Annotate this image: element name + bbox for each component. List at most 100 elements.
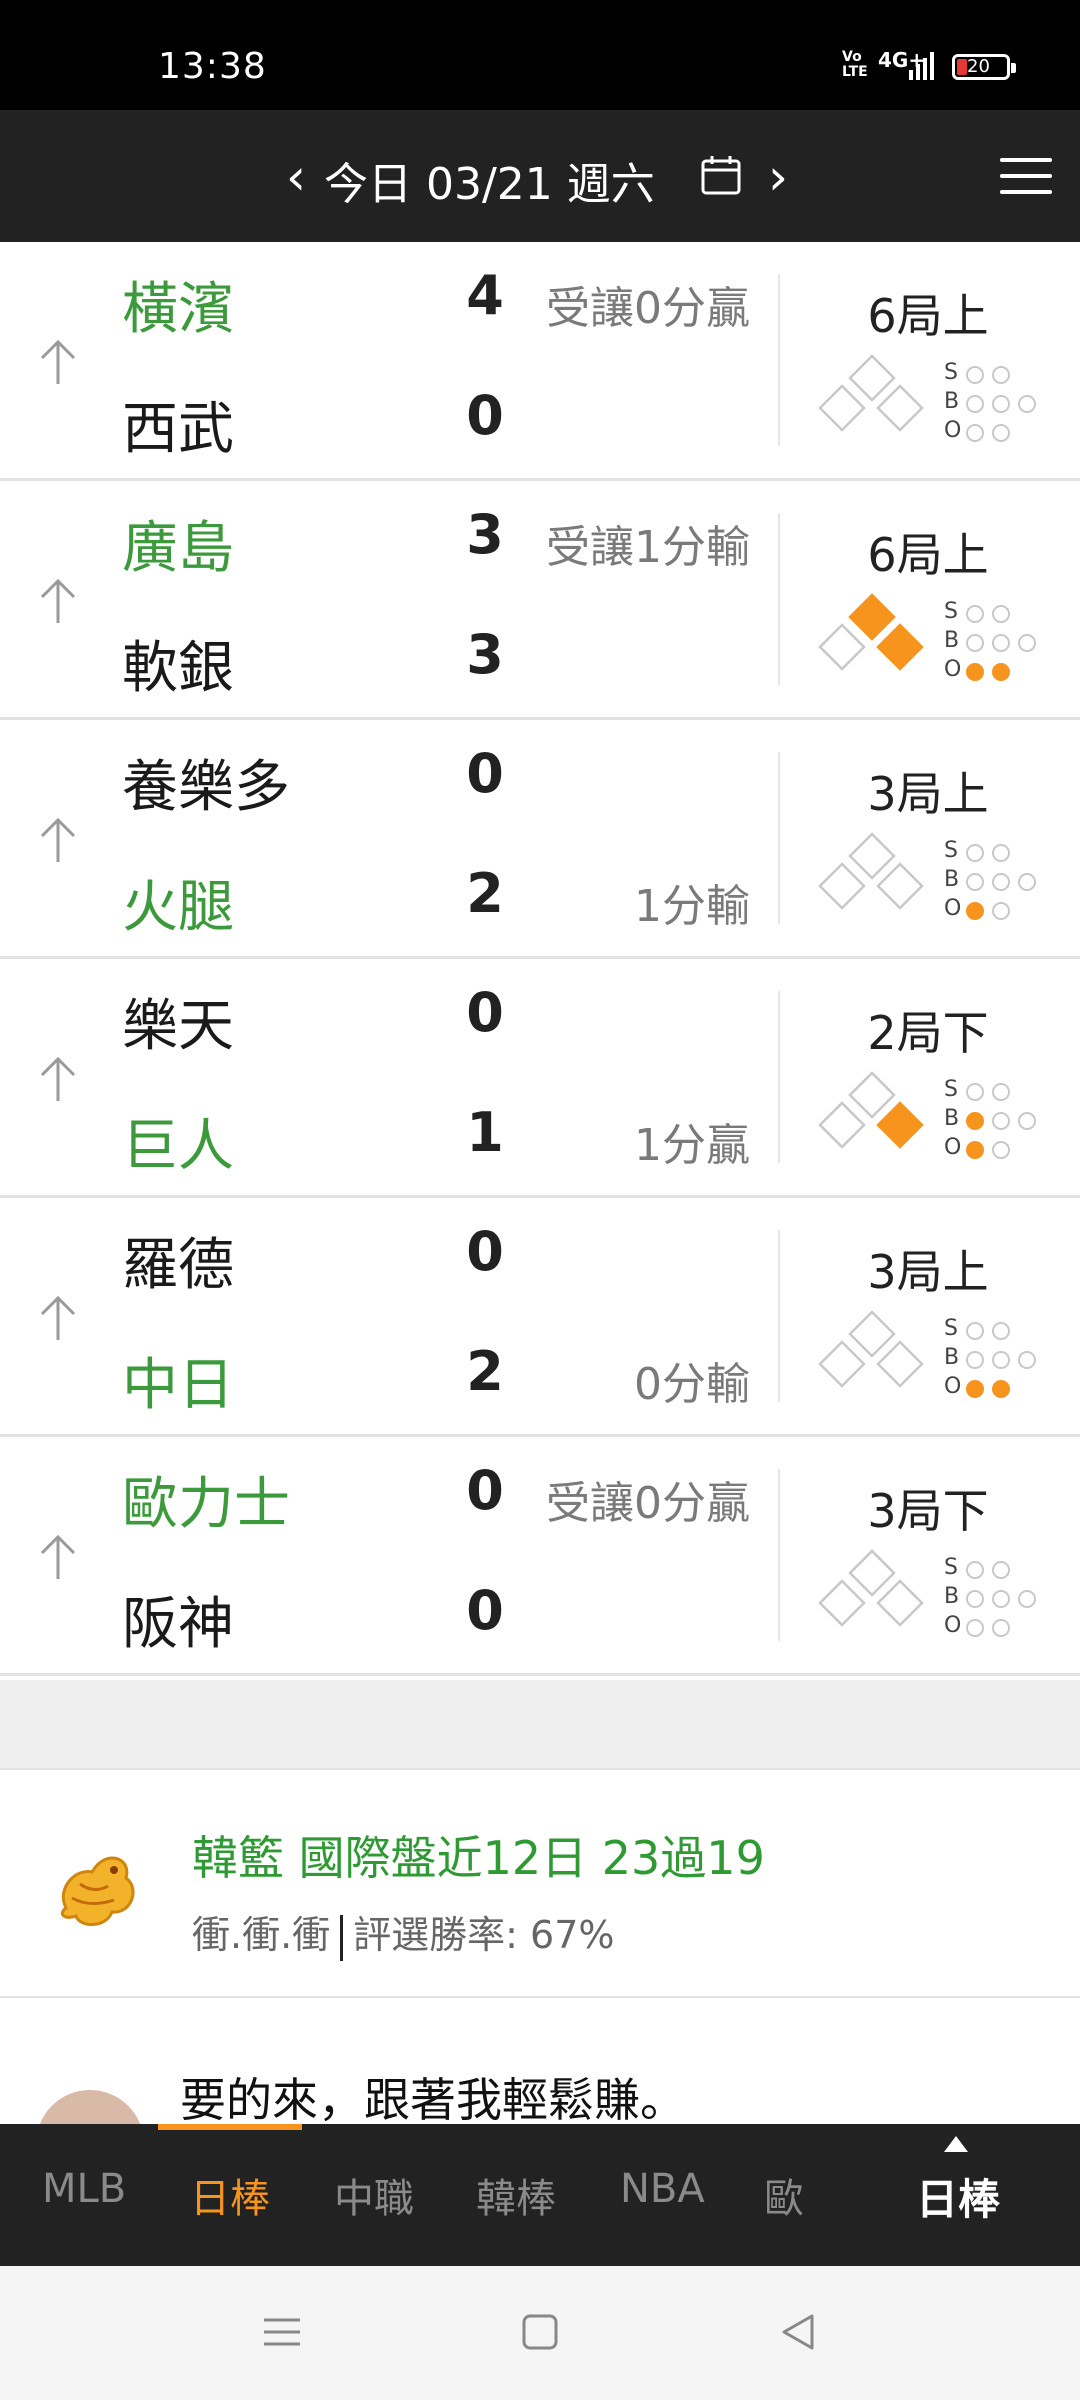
strikes-dot [992,1322,1010,1340]
first-base [876,1340,924,1388]
column-divider [778,991,780,1163]
tab-nba[interactable]: NBA [620,2166,705,2212]
strikes-dot [966,1083,984,1101]
balls-dot [992,395,1010,413]
outs-label: O [944,896,962,921]
hamburger-menu-icon[interactable] [1000,158,1052,194]
outs-row: O [944,418,1054,446]
outs-label: O [944,1613,962,1638]
outs-label: O [944,1374,962,1399]
first-base [876,862,924,910]
battery-icon: 20 [952,54,1016,80]
inning-status: 3局上 [867,767,989,821]
clock: 13:38 [158,46,267,87]
score-team2: 2 [466,862,504,925]
outs-label: O [944,1135,962,1160]
active-tab-indicator [158,2124,302,2130]
back-icon[interactable] [776,2310,820,2354]
second-base [848,1071,896,1119]
column-divider [778,1469,780,1641]
arrow-up-icon[interactable] [36,336,80,386]
outs-dot [992,902,1010,920]
home-icon[interactable] [518,2310,562,2354]
score-team1: 0 [466,742,504,805]
recents-icon[interactable] [260,2310,304,2354]
first-base [876,384,924,432]
strikes-label: S [944,360,958,385]
bases-diamond [818,832,924,910]
balls-label: B [944,1345,960,1370]
game-row[interactable]: 歐力士 阪神 0 0 受讓0分贏 3局下 SBO [0,1437,1080,1676]
game-row[interactable]: 廣島 軟銀 3 3 受讓1分輸 6局上 SBO [0,481,1080,720]
tab-cpbl[interactable]: 中職 [334,2166,414,2224]
outs-dot [992,663,1010,681]
arrow-up-icon[interactable] [36,1292,80,1342]
handicap-line-2: 1分贏 [634,1120,750,1171]
column-divider [778,1230,780,1402]
score-team2: 0 [466,384,504,447]
balls-label: B [944,628,960,653]
team-home: 歐力士 [122,1472,290,1537]
first-base [876,1579,924,1627]
balls-dot [966,395,984,413]
balls-row: B [944,867,1054,895]
calendar-icon[interactable] [700,154,742,196]
score-team2: 1 [466,1101,504,1164]
balls-dot [1018,1590,1036,1608]
chevron-left-icon[interactable]: ‹ [286,148,306,206]
second-base [848,832,896,880]
current-league-selector[interactable]: 日棒 [888,2124,1028,2266]
inning-status: 2局下 [867,1006,989,1060]
outs-dot [966,663,984,681]
tab-kbo[interactable]: 韓棒 [476,2166,556,2224]
outs-dot [966,1380,984,1398]
battery-level: 20 [967,56,990,77]
tab-npb[interactable]: 日棒 [190,2166,270,2224]
game-row[interactable]: 樂天 巨人 0 1 1分贏 2局下 SBO [0,959,1080,1198]
tab-mlb[interactable]: MLB [42,2166,126,2212]
chevron-right-icon[interactable]: › [768,148,788,206]
game-row[interactable]: 羅德 中日 0 2 0分輸 3局上 SBO [0,1198,1080,1437]
arrow-up-icon[interactable] [36,575,80,625]
outs-dot [966,902,984,920]
avatar [36,2090,144,2124]
strikes-label: S [944,838,958,863]
date-header: ‹ 今日 03/21 週六 › [0,110,1080,242]
outs-label: O [944,418,962,443]
date-title[interactable]: 今日 03/21 週六 [324,148,655,212]
count-indicator: SBO [944,599,1054,689]
game-row[interactable]: 養樂多 火腿 0 2 1分輸 3局上 SBO [0,720,1080,959]
team-home: 橫濱 [122,277,234,342]
count-indicator: SBO [944,1077,1054,1167]
balls-label: B [944,1584,960,1609]
team-away: 火腿 [122,875,234,940]
league-tabs: MLB 日棒 中職 韓棒 NBA 歐 日棒 [0,2124,1080,2266]
system-nav-bar [0,2266,1080,2400]
outs-row: O [944,1374,1054,1402]
balls-row: B [944,628,1054,656]
score-team1: 0 [466,1220,504,1283]
arrow-up-icon[interactable] [36,1053,80,1103]
games-list: 橫濱 西武 4 0 受讓0分贏 6局上 SBO 廣島 軟銀 3 3 受讓1分輸 … [0,242,1080,1676]
handicap-line-1: 受讓0分贏 [546,1478,750,1529]
balls-dot [992,634,1010,652]
third-base [818,1579,866,1627]
tab-euro[interactable]: 歐 [764,2166,804,2224]
game-row[interactable]: 橫濱 西武 4 0 受讓0分贏 6局上 SBO [0,242,1080,481]
outs-dot [992,1141,1010,1159]
outs-dot [966,1619,984,1637]
team-away: 中日 [122,1353,234,1418]
bases-diamond [818,354,924,432]
post-preview[interactable]: 要的來，跟著我輕鬆賺。 [0,2000,1080,2124]
arrow-up-icon[interactable] [36,814,80,864]
post-text: 要的來，跟著我輕鬆賺。 [180,2073,686,2124]
first-base [876,623,924,671]
strikes-row: S [944,1316,1054,1344]
outs-row: O [944,657,1054,685]
inning-status: 3局上 [867,1245,989,1299]
inning-status: 6局上 [867,289,989,343]
arrow-up-icon[interactable] [36,1531,80,1581]
signal-icon [909,52,934,80]
expert-card[interactable]: 韓籃 國際盤近12日 23過19 衝.衝.衝 評選勝率: 67% [0,1772,1080,1998]
balls-label: B [944,1106,960,1131]
